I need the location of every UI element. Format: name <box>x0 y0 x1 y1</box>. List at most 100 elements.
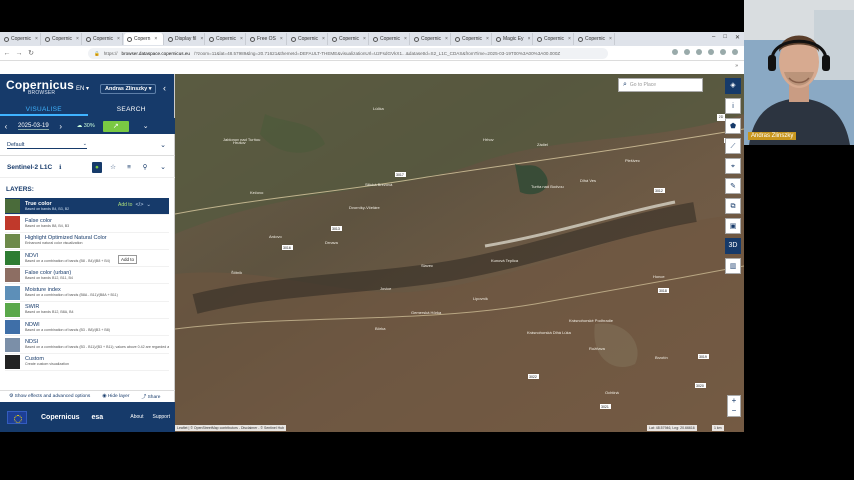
browser-tab[interactable]: Free OS × <box>247 33 287 45</box>
about-link[interactable]: About <box>130 414 143 420</box>
support-link[interactable]: Support <box>152 414 170 420</box>
chart-icon[interactable]: ▥ <box>725 258 741 274</box>
close-tab-icon[interactable]: × <box>154 36 157 42</box>
measure-icon[interactable]: ⟋ <box>725 138 741 154</box>
close-tab-icon[interactable]: × <box>404 36 407 42</box>
extension-icon[interactable] <box>708 49 714 55</box>
layer-item[interactable]: NDVI Based on a combination of bands (B8 … <box>5 250 169 268</box>
browser-tab[interactable]: Copernic × <box>288 33 328 45</box>
layer-description: Based on bands B12, B8A, B4 <box>25 310 74 315</box>
info-icon[interactable]: ℹ <box>59 164 61 171</box>
extension-icon[interactable] <box>720 49 726 55</box>
layer-item[interactable]: True color Based on bands B4, B3, B2 Add t… <box>5 198 169 216</box>
sliders-icon[interactable]: ≡ <box>124 162 134 173</box>
layer-item[interactable]: NDWI Based on a combination of bands (B3 … <box>5 319 169 337</box>
browser-tab[interactable]: Copernic × <box>452 33 492 45</box>
visible-layer-icon[interactable]: ● <box>92 162 102 173</box>
user-menu[interactable]: Andras Zlinszky ▾ <box>100 84 157 94</box>
chevron-down-icon[interactable]: ⌄ <box>143 122 149 130</box>
location-pin-icon[interactable]: ⌖ <box>725 158 741 174</box>
chevron-down-icon[interactable]: ⌄ <box>160 163 166 171</box>
minimize-button[interactable]: – <box>712 34 715 41</box>
close-tab-icon[interactable]: × <box>35 36 38 42</box>
browser-tab[interactable]: Copernic × <box>329 33 369 45</box>
browser-tab[interactable]: Display fil × <box>165 33 205 45</box>
layer-item[interactable]: False color Based on bands B8, B4, B3 <box>5 215 169 233</box>
close-tab-icon[interactable]: × <box>445 36 448 42</box>
layers-icon[interactable]: ◈ <box>725 78 741 94</box>
browser-tab[interactable]: Magic Ey × <box>493 33 533 45</box>
add-to-button[interactable]: Add to <box>118 202 132 208</box>
prev-date-icon[interactable]: ‹ <box>0 122 12 131</box>
close-tab-icon[interactable]: × <box>280 36 283 42</box>
back-icon[interactable]: ← <box>2 50 12 57</box>
star-icon[interactable]: ☆ <box>108 162 118 173</box>
next-date-icon[interactable]: › <box>55 122 67 131</box>
tab-visualise[interactable]: VISUALISE <box>0 104 88 116</box>
hide-layer-link[interactable]: ◉ Hide layer <box>102 394 129 399</box>
close-tab-icon[interactable]: × <box>568 36 571 42</box>
pin-icon[interactable]: ⚲ <box>140 162 150 173</box>
extension-icon[interactable] <box>696 49 702 55</box>
close-tab-icon[interactable]: × <box>322 36 325 42</box>
profile-icon[interactable] <box>732 49 738 55</box>
search-place-input[interactable]: ⌕ Go to Place <box>618 78 703 92</box>
layer-description: Based on bands B4, B3, B2 <box>25 206 70 211</box>
browser-tab[interactable]: Copernic × <box>575 33 615 45</box>
browser-tab[interactable]: Copernic × <box>411 33 451 45</box>
close-tab-icon[interactable]: × <box>609 36 612 42</box>
close-tab-icon[interactable]: × <box>117 36 120 42</box>
close-tab-icon[interactable]: × <box>528 36 531 42</box>
forward-icon[interactable]: → <box>14 50 24 57</box>
layer-item[interactable]: SWIR Based on bands B12, B8A, B4 <box>5 302 169 320</box>
info-icon[interactable]: i <box>725 98 741 114</box>
satellite-map[interactable]: Jablonov nad Turňou Hrušov Lúčka Silická Br… <box>175 74 744 432</box>
layer-item[interactable]: False color (urban) Based on bands B12, B… <box>5 267 169 285</box>
share-link[interactable]: ⤴ Share <box>141 393 160 400</box>
layer-item[interactable]: Highlight Optimized Natural Color Enhance… <box>5 233 169 250</box>
search-date-button[interactable]: ↗ <box>102 120 129 132</box>
browser-tab[interactable]: Copernic × <box>534 33 574 45</box>
chevron-down-icon[interactable]: ⌄ <box>160 141 166 149</box>
show-effects-link[interactable]: ⚙ Show effects and advanced options <box>9 394 90 399</box>
tab-search[interactable]: SEARCH <box>88 104 176 116</box>
extension-icon[interactable] <box>684 49 690 55</box>
extension-icon[interactable] <box>672 49 678 55</box>
ruler-icon[interactable]: ✎ <box>725 178 741 194</box>
theme-select[interactable]: Default ⌄ <box>7 141 87 149</box>
browser-tab[interactable]: Copernic × <box>42 33 82 45</box>
close-window-button[interactable]: ✕ <box>735 34 740 41</box>
polygon-icon[interactable]: ⬟ <box>725 118 741 134</box>
reload-icon[interactable]: ↻ <box>26 49 36 57</box>
side-tab[interactable]: 2D <box>717 114 725 121</box>
browser-tab[interactable]: Copern × <box>124 33 164 45</box>
satellite-imagery[interactable]: Jablonov nad TurňouHrušovLúčkaSilická Br… <box>175 74 744 432</box>
browser-tab[interactable]: Copernic × <box>206 33 246 45</box>
layer-item[interactable]: Moisture index Based on a combination of … <box>5 284 169 302</box>
date-input[interactable]: 2025-03-19 <box>18 123 49 130</box>
chevron-down-icon[interactable]: ⌄ <box>146 202 151 208</box>
layer-item[interactable]: NDSI Based on a combination of bands (B3 … <box>5 336 169 354</box>
close-tab-icon[interactable]: × <box>76 36 79 42</box>
maximize-button[interactable]: □ <box>723 34 727 41</box>
film-icon[interactable]: ▣ <box>725 218 741 234</box>
url-input[interactable]: 🔒 https://browser.dataspace.copernicus.e… <box>88 48 608 59</box>
close-tab-icon[interactable]: × <box>200 36 203 42</box>
layer-item[interactable]: Custom Create custom visualization <box>5 354 169 371</box>
cloud-coverage[interactable]: ☁ 30% <box>77 123 95 129</box>
language-select[interactable]: EN ▾ <box>76 85 89 92</box>
zoom-out-button[interactable]: − <box>728 406 740 416</box>
3d-view-icon[interactable]: 3D <box>725 238 741 254</box>
bookmarks-overflow[interactable]: » <box>735 63 738 69</box>
map-attribution[interactable]: Leaflet | © OpenStreetMap contributors -… <box>175 425 287 431</box>
zoom-in-button[interactable]: + <box>728 396 740 406</box>
browser-tab[interactable]: Copernic × <box>83 33 123 45</box>
browser-tab[interactable]: Copernic × <box>1 33 41 45</box>
close-tab-icon[interactable]: × <box>240 36 243 42</box>
close-tab-icon[interactable]: × <box>363 36 366 42</box>
close-tab-icon[interactable]: × <box>486 36 489 42</box>
collapse-sidebar-icon[interactable]: ‹ <box>163 83 166 93</box>
compare-icon[interactable]: ⧉ <box>725 198 741 214</box>
browser-tab[interactable]: Copernic × <box>370 33 410 45</box>
code-icon[interactable]: </> <box>135 202 143 208</box>
